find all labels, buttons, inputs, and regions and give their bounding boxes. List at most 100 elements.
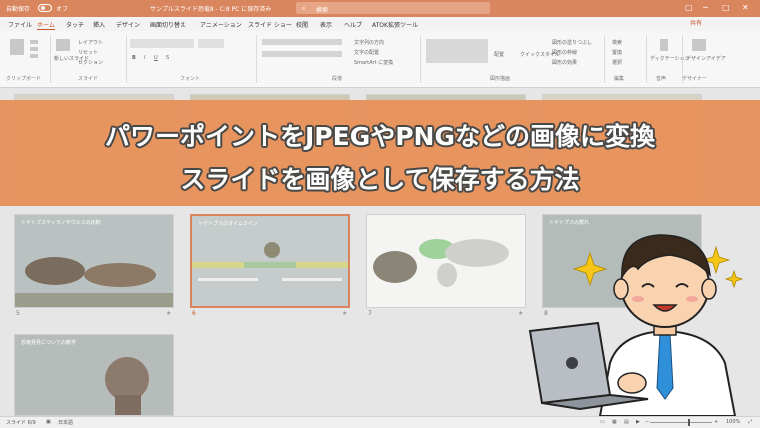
tab-help[interactable]: ヘルプ bbox=[344, 20, 362, 29]
autosave-toggle[interactable] bbox=[38, 4, 52, 12]
group-label-drawing: 図形描画 bbox=[490, 76, 511, 82]
list-buttons[interactable] bbox=[262, 39, 342, 45]
shape-effects-button[interactable]: 図形の効果 bbox=[552, 59, 577, 66]
zoom-slider-handle[interactable] bbox=[688, 419, 690, 426]
tab-design[interactable]: デザイン bbox=[116, 20, 140, 29]
sparkle-icon bbox=[724, 269, 744, 289]
slide-thumbnail-7[interactable] bbox=[366, 214, 526, 308]
ribbon-tabs: ファイル ホーム タッチ 挿入 デザイン 画面切り替え アニメーション スライド… bbox=[0, 17, 760, 31]
group-label-clipboard: クリップボード bbox=[6, 76, 42, 82]
reset-button[interactable]: リセット bbox=[78, 49, 98, 56]
language-indicator[interactable]: 日本語 bbox=[58, 419, 73, 426]
minimize-button[interactable]: ─ bbox=[703, 3, 708, 12]
slide-sorter-view-icon[interactable]: ▦ bbox=[612, 419, 617, 425]
search-placeholder: 検索 bbox=[316, 7, 329, 14]
paste-icon[interactable] bbox=[10, 39, 24, 55]
select-button[interactable]: 選択 bbox=[612, 59, 622, 66]
editing-group: 検索 置換 選択 bbox=[608, 37, 644, 73]
font-size-dropdown[interactable] bbox=[198, 39, 224, 48]
title-banner: パワーポイントをJPEGやPNGなどの画像に変換 スライドを画像として保存する方… bbox=[0, 100, 760, 206]
zoom-out-button[interactable]: − bbox=[645, 419, 649, 425]
align-text-button[interactable]: 文字の配置 bbox=[354, 49, 379, 56]
microphone-icon[interactable] bbox=[660, 39, 668, 51]
format-painter-icon[interactable] bbox=[30, 54, 38, 58]
section-button[interactable]: セクション bbox=[78, 59, 103, 66]
group-label-font: フォント bbox=[180, 76, 201, 82]
close-button[interactable]: ✕ bbox=[742, 3, 749, 12]
divider bbox=[420, 35, 421, 83]
slide-number: 7 bbox=[368, 310, 372, 317]
tab-atok[interactable]: ATOK拡張ツール bbox=[372, 20, 418, 29]
designer-group: デザインアイデア bbox=[686, 37, 726, 73]
bold-button[interactable]: B bbox=[132, 55, 136, 61]
cut-icon[interactable] bbox=[30, 40, 38, 44]
slide-number: 5 bbox=[16, 310, 20, 317]
tab-review[interactable]: 校閲 bbox=[296, 20, 308, 29]
font-group: B I U S bbox=[130, 37, 250, 73]
text-direction-button[interactable]: 文字列の方向 bbox=[354, 39, 384, 46]
slide-thumbnail-9[interactable]: 恐竜発見についての教学 bbox=[14, 334, 174, 416]
zoom-level[interactable]: 100% bbox=[726, 419, 740, 425]
banner-line-1: パワーポイントをJPEGやPNGなどの画像に変換 bbox=[105, 122, 655, 151]
tab-slideshow[interactable]: スライド ショー bbox=[248, 20, 292, 29]
font-name-dropdown[interactable] bbox=[130, 39, 194, 48]
shape-outline-button[interactable]: 図形の枠線 bbox=[552, 49, 577, 56]
fit-to-window-icon[interactable]: ⤢ bbox=[748, 419, 752, 425]
paragraph-group: 文字列の方向 文字の配置 SmartArt に変換 bbox=[262, 37, 412, 73]
group-label-slides: スライド bbox=[78, 76, 99, 82]
ribbon: クリップボード 新しいスライド レイアウト リセット セクション スライド B … bbox=[0, 31, 760, 88]
shapes-gallery[interactable] bbox=[426, 39, 488, 63]
slide-indicator: スライド 6/9 bbox=[6, 420, 36, 426]
slide-thumbnail-5[interactable]: トゲトプスティラノサウルスの比較 bbox=[14, 214, 174, 308]
tab-file[interactable]: ファイル bbox=[8, 20, 32, 29]
underline-button[interactable]: U bbox=[154, 55, 158, 61]
share-button[interactable]: 共有 bbox=[690, 18, 710, 29]
status-bar: スライド 6/9 ▣ 日本語 ▭ ▦ ▤ ▶ − + 100% ⤢ bbox=[0, 416, 760, 428]
shape-fill-button[interactable]: 図形の塗りつぶし bbox=[552, 39, 592, 46]
new-slide-icon[interactable] bbox=[56, 39, 70, 51]
align-buttons[interactable] bbox=[262, 51, 342, 57]
arrange-button[interactable]: 配置 bbox=[494, 51, 504, 58]
replace-button[interactable]: 置換 bbox=[612, 49, 622, 56]
find-button[interactable]: 検索 bbox=[612, 39, 622, 46]
timeline-image bbox=[192, 242, 348, 281]
slideshow-view-icon[interactable]: ▶ bbox=[636, 419, 640, 425]
dictate-button[interactable]: ディクテーション bbox=[650, 55, 690, 62]
world-map-image bbox=[373, 239, 509, 287]
tab-insert[interactable]: 挿入 bbox=[93, 20, 105, 29]
smartart-button[interactable]: SmartArt に変換 bbox=[354, 59, 393, 66]
design-ideas-icon[interactable] bbox=[692, 39, 706, 51]
layout-button[interactable]: レイアウト bbox=[78, 39, 103, 46]
divider bbox=[50, 35, 51, 83]
group-label-voice: 音声 bbox=[656, 76, 667, 82]
design-ideas-button[interactable]: デザインアイデア bbox=[686, 55, 726, 62]
document-title: サンプルスライド恐竜8 - C:8 PC に保存済み bbox=[150, 6, 272, 13]
shadow-button[interactable]: S bbox=[166, 55, 169, 61]
drawing-group: 配置 クイックスタイル 図形の塗りつぶし 図形の枠線 図形の効果 bbox=[424, 37, 600, 73]
autosave-state: オフ bbox=[56, 6, 69, 13]
italic-button[interactable]: I bbox=[144, 55, 145, 61]
divider bbox=[126, 35, 127, 83]
copy-icon[interactable] bbox=[30, 47, 38, 51]
ribbon-display-button[interactable]: ▢ bbox=[685, 3, 693, 12]
tab-animations[interactable]: アニメーション bbox=[200, 20, 242, 29]
man-with-laptop-illustration bbox=[528, 234, 744, 416]
reading-view-icon[interactable]: ▤ bbox=[624, 419, 629, 425]
zoom-in-button[interactable]: + bbox=[714, 419, 718, 425]
search-box[interactable]: ⌕ 検索 bbox=[296, 2, 490, 14]
normal-view-icon[interactable]: ▭ bbox=[600, 419, 605, 425]
maximize-button[interactable]: □ bbox=[722, 3, 730, 12]
tab-touch[interactable]: タッチ bbox=[66, 20, 84, 29]
tab-transitions[interactable]: 画面切り替え bbox=[150, 20, 186, 29]
proofing-icon[interactable]: ▣ bbox=[46, 419, 51, 425]
slide-thumbnail-6[interactable]: トゲトプスのタイムライン bbox=[190, 214, 350, 308]
zoom-slider[interactable] bbox=[650, 422, 712, 423]
clipboard-group bbox=[6, 37, 46, 73]
divider bbox=[256, 35, 257, 83]
autosave-label: 自動保存 bbox=[6, 6, 31, 13]
tab-view[interactable]: 表示 bbox=[320, 20, 332, 29]
animation-star-icon: ★ bbox=[166, 310, 172, 317]
tab-home[interactable]: ホーム bbox=[37, 20, 55, 30]
dinosaur-image bbox=[105, 357, 149, 415]
voice-group: ディクテーション bbox=[650, 37, 690, 73]
